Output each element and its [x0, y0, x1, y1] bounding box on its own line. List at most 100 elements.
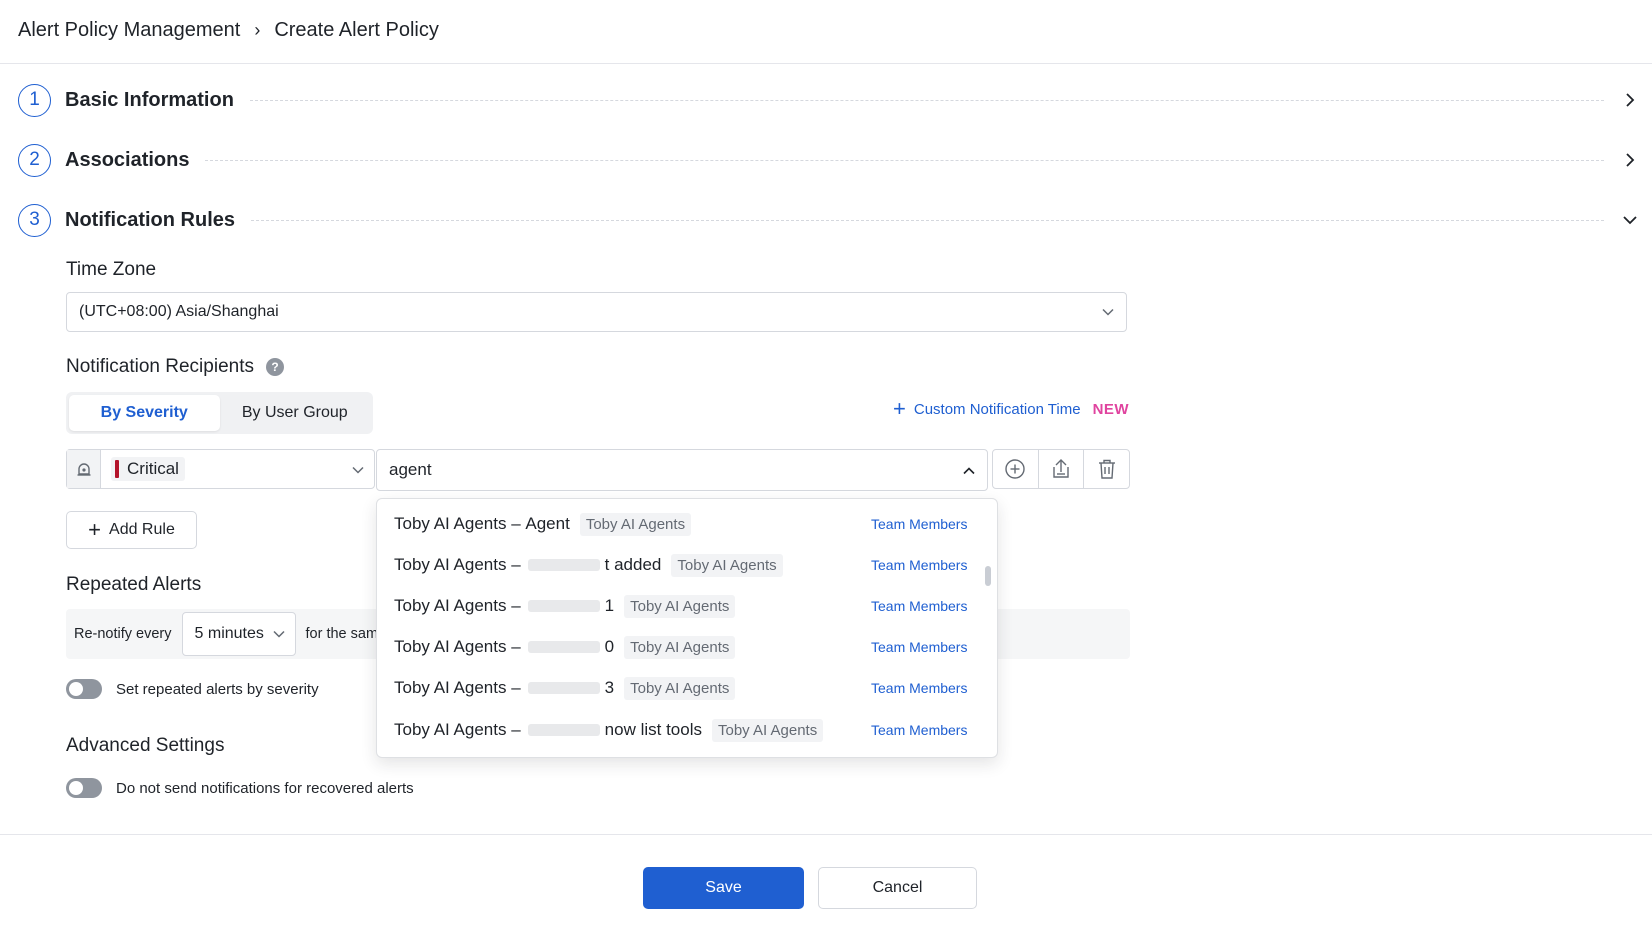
option-type: Team Members — [871, 680, 968, 696]
step-associations[interactable]: 2 Associations — [18, 143, 1640, 177]
notification-recipients-text: Notification Recipients — [66, 356, 254, 377]
time-zone-label: Time Zone — [66, 259, 157, 280]
option-prefix: Toby AI Agents – — [394, 678, 521, 697]
option-name: Toby AI Agents – t added — [394, 555, 661, 575]
option-tag: Toby AI Agents — [624, 635, 736, 659]
new-badge: NEW — [1092, 400, 1130, 418]
option-suffix: 1 — [604, 596, 615, 615]
recovered-alerts-label: Do not send notifications for recovered … — [116, 779, 414, 797]
chevron-right-icon[interactable] — [1620, 150, 1640, 170]
redacted-text — [527, 724, 600, 736]
dropdown-option[interactable]: Toby AI Agents – 0 Toby AI Agents Team Me… — [377, 630, 977, 664]
step-basic-information[interactable]: 1 Basic Information — [18, 83, 1640, 117]
option-type: Team Members — [871, 722, 968, 738]
dropdown-option[interactable]: Toby AI Agents – Agent Toby AI Agents Te… — [377, 507, 977, 541]
step-divider — [251, 219, 1604, 221]
add-circle-icon[interactable] — [993, 450, 1039, 488]
recipient-search-input[interactable] — [389, 460, 929, 480]
upload-icon[interactable] — [1039, 450, 1085, 488]
dropdown-option[interactable]: Toby AI Agents – now list tools Toby AI A… — [377, 713, 977, 747]
renotify-suffix: for the same — [305, 626, 387, 642]
step-notification-rules[interactable]: 3 Notification Rules — [18, 203, 1640, 237]
severity-color-bar — [115, 460, 119, 478]
severity-value[interactable]: Critical — [101, 450, 374, 488]
option-name: Toby AI Agents – 1 — [394, 596, 614, 616]
breadcrumb: Alert Policy Management › Create Alert P… — [18, 17, 439, 43]
chevron-right-icon[interactable] — [1620, 90, 1640, 110]
redacted-text — [527, 559, 600, 571]
advanced-settings-label: Advanced Settings — [66, 735, 225, 756]
redacted-text — [527, 682, 600, 694]
option-suffix: 0 — [604, 637, 615, 656]
breadcrumb-current: Create Alert Policy — [274, 18, 439, 41]
severity-label: Critical — [127, 459, 179, 478]
option-prefix: Toby AI Agents – — [394, 637, 521, 656]
option-type: Team Members — [871, 598, 968, 614]
repeated-by-severity-row: Set repeated alerts by severity — [66, 678, 319, 700]
step-divider — [205, 159, 1604, 161]
step-title: Associations — [65, 148, 190, 171]
breadcrumb-parent[interactable]: Alert Policy Management — [18, 19, 240, 42]
recovered-alerts-toggle[interactable] — [66, 778, 102, 798]
footer-divider — [0, 834, 1652, 835]
trash-icon[interactable] — [1084, 450, 1129, 488]
chevron-up-icon[interactable] — [963, 460, 975, 480]
dropdown-option[interactable]: Toby AI Agents – 1 Toby AI Agents Team Me… — [377, 589, 977, 623]
option-suffix: t added — [604, 555, 662, 574]
option-tag: Toby AI Agents — [579, 512, 692, 536]
option-prefix: Toby AI Agents – — [394, 514, 521, 533]
chevron-down-icon — [352, 459, 364, 479]
breadcrumb-separator: › — [254, 19, 261, 40]
option-name: Toby AI Agents – 0 — [394, 637, 614, 657]
recipient-mode-tabs: By Severity By User Group — [66, 392, 373, 434]
custom-notification-time-button[interactable]: + Custom Notification Time NEW — [893, 398, 1129, 420]
option-suffix: Agent — [525, 514, 570, 533]
cancel-button[interactable]: Cancel — [818, 867, 977, 909]
option-tag: Toby AI Agents — [624, 676, 736, 700]
custom-notification-time-label: Custom Notification Time — [913, 400, 1081, 418]
rule-actions — [992, 449, 1130, 489]
option-name: Toby AI Agents – Agent — [394, 514, 570, 534]
notification-recipients-label: Notification Recipients? — [66, 356, 284, 378]
tab-by-user-group[interactable]: By User Group — [220, 395, 371, 431]
chevron-down-icon[interactable] — [1620, 210, 1640, 230]
repeated-by-severity-label: Set repeated alerts by severity — [116, 680, 319, 698]
add-rule-button[interactable]: + Add Rule — [66, 511, 197, 549]
option-tag: Toby AI Agents — [671, 553, 783, 577]
recipient-search[interactable] — [376, 449, 988, 491]
step-number: 1 — [18, 83, 51, 117]
help-icon[interactable]: ? — [265, 357, 284, 376]
redacted-text — [527, 641, 600, 653]
renotify-interval-select[interactable]: 5 minutes — [181, 612, 296, 656]
severity-tag: Critical — [111, 457, 185, 481]
time-zone-select[interactable]: (UTC+08:00) Asia/Shanghai — [66, 292, 1127, 332]
dropdown-option[interactable]: Toby AI Agents – 3 Toby AI Agents Team Me… — [377, 671, 977, 705]
step-number: 2 — [18, 143, 51, 177]
severity-select[interactable]: Critical — [66, 449, 375, 489]
recipient-dropdown: Toby AI Agents – Agent Toby AI Agents Te… — [376, 498, 998, 758]
repeated-by-severity-toggle[interactable] — [66, 679, 102, 699]
option-suffix: now list tools — [604, 720, 702, 739]
step-divider — [249, 99, 1604, 101]
option-prefix: Toby AI Agents – — [394, 596, 521, 615]
option-prefix: Toby AI Agents – — [394, 720, 521, 739]
option-name: Toby AI Agents – now list tools — [394, 720, 702, 740]
header-divider — [0, 63, 1652, 64]
option-type: Team Members — [871, 557, 968, 573]
chevron-down-icon — [1102, 303, 1114, 321]
chevron-down-icon — [272, 625, 285, 643]
renotify-interval-value: 5 minutes — [194, 625, 264, 642]
option-name: Toby AI Agents – 3 — [394, 678, 614, 698]
tab-by-severity[interactable]: By Severity — [69, 395, 220, 431]
dropdown-scrollbar[interactable] — [985, 566, 991, 586]
step-title: Basic Information — [65, 88, 234, 111]
repeated-alerts-label: Repeated Alerts — [66, 574, 202, 595]
time-zone-value: (UTC+08:00) Asia/Shanghai — [79, 303, 279, 320]
save-button[interactable]: Save — [643, 867, 804, 909]
recovered-alerts-row: Do not send notifications for recovered … — [66, 777, 414, 799]
redacted-text — [527, 600, 600, 612]
option-type: Team Members — [871, 516, 968, 532]
dropdown-option[interactable]: Toby AI Agents – t added Toby AI Agents T… — [377, 548, 977, 582]
option-suffix: 3 — [604, 678, 615, 697]
alarm-icon — [67, 450, 101, 488]
